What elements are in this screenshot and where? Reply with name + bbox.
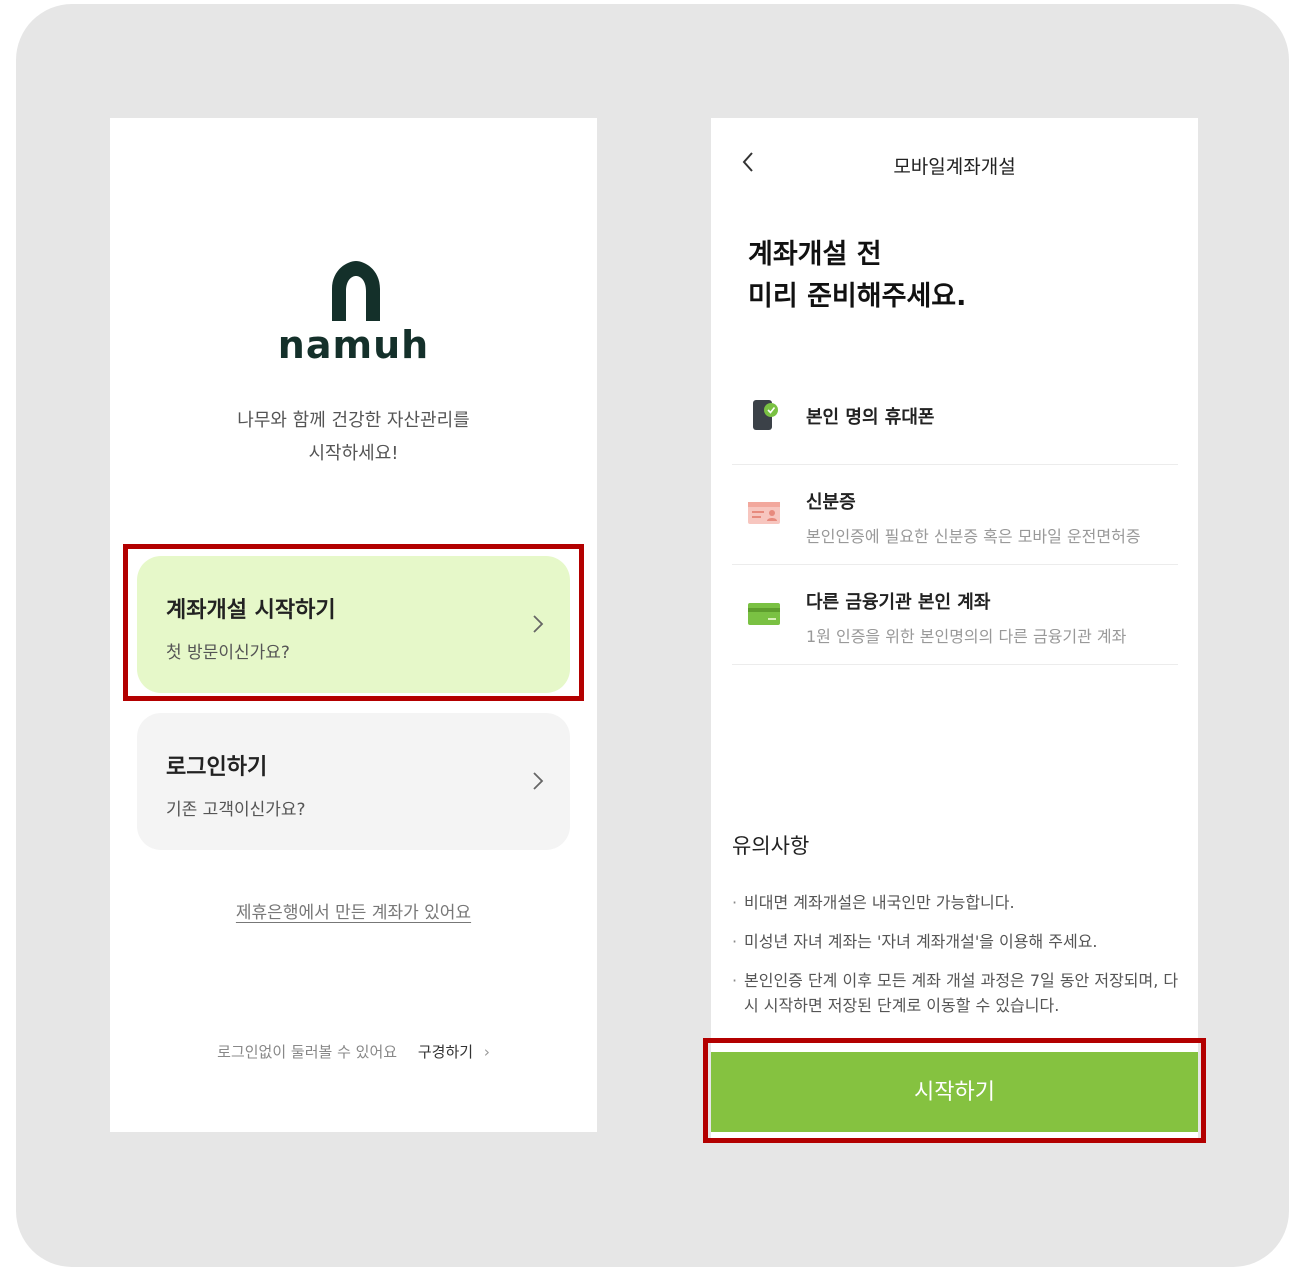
page-headline: 계좌개설 전 미리 준비해주세요.: [748, 234, 966, 318]
tagline-line1: 나무와 함께 건강한 자산관리를: [237, 410, 470, 431]
browse-row: 로그인없이 둘러볼 수 있어요 구경하기 ›: [110, 1041, 597, 1062]
open-account-subtitle: 첫 방문이신가요?: [166, 643, 290, 663]
login-title: 로그인하기: [166, 755, 268, 780]
namuh-logo-text: namuh: [277, 323, 430, 367]
tagline-line2: 시작하세요!: [308, 443, 399, 464]
mobile-account-screen: 모바일계좌개설 계좌개설 전 미리 준비해주세요. 본인 명의 휴대폰 신분증: [711, 118, 1198, 1140]
requirement-title: 다른 금융기관 본인 계좌: [806, 592, 991, 613]
requirement-item: 신분증 본인인증에 필요한 신분증 혹은 모바일 운전면허증: [732, 465, 1178, 565]
requirement-title: 본인 명의 휴대폰: [806, 407, 935, 428]
requirements-list: 본인 명의 휴대폰 신분증 본인인증에 필요한 신분증 혹은 모바일 운전면허증…: [732, 364, 1178, 665]
browse-text: 로그인없이 둘러볼 수 있어요: [217, 1043, 398, 1061]
open-account-card[interactable]: 계좌개설 시작하기 첫 방문이신가요?: [137, 556, 570, 693]
bank-card-icon: [748, 603, 780, 625]
chevron-right-icon: [533, 772, 544, 790]
partner-bank-link[interactable]: 제휴은행에서 만든 계좌가 있어요: [110, 898, 597, 923]
start-button[interactable]: 시작하기: [711, 1052, 1198, 1132]
id-card-icon: [748, 502, 780, 524]
phone-icon: [753, 400, 778, 430]
notice-item: 비대면 계좌개설은 내국인만 가능합니다.: [732, 890, 1182, 915]
login-card[interactable]: 로그인하기 기존 고객이신가요?: [137, 713, 570, 850]
notice-title: 유의사항: [732, 834, 810, 858]
requirement-desc: 본인인증에 필요한 신분증 혹은 모바일 운전면허증: [806, 527, 1141, 546]
notice-list: 비대면 계좌개설은 내국인만 가능합니다. 미성년 자녀 계좌는 '자녀 계좌개…: [732, 890, 1182, 1032]
browse-chevron-icon: ›: [483, 1043, 490, 1061]
open-account-title: 계좌개설 시작하기: [166, 598, 336, 623]
browse-button[interactable]: 구경하기: [418, 1043, 473, 1061]
chevron-right-icon: [533, 615, 544, 633]
requirement-desc: 1원 인증을 위한 본인명의의 다른 금융기관 계좌: [806, 627, 1127, 646]
headline-line1: 계좌개설 전: [748, 239, 882, 270]
namuh-logo-icon: [332, 261, 380, 321]
requirement-item: 본인 명의 휴대폰: [732, 364, 1178, 465]
requirement-title: 신분증: [806, 492, 856, 513]
notice-item: 미성년 자녀 계좌는 '자녀 계좌개설'을 이용해 주세요.: [732, 929, 1182, 954]
nav-title: 모바일계좌개설: [893, 156, 1016, 178]
notice-item: 본인인증 단계 이후 모든 계좌 개설 과정은 7일 동안 저장되며, 다시 시…: [732, 968, 1182, 1018]
login-subtitle: 기존 고객이신가요?: [166, 800, 306, 820]
requirement-item: 다른 금융기관 본인 계좌 1원 인증을 위한 본인명의의 다른 금융기관 계좌: [732, 565, 1178, 665]
headline-line2: 미리 준비해주세요.: [748, 281, 967, 312]
tagline: 나무와 함께 건강한 자산관리를 시작하세요!: [110, 404, 597, 470]
welcome-screen: namuh 나무와 함께 건강한 자산관리를 시작하세요! 계좌개설 시작하기 …: [110, 118, 597, 1132]
